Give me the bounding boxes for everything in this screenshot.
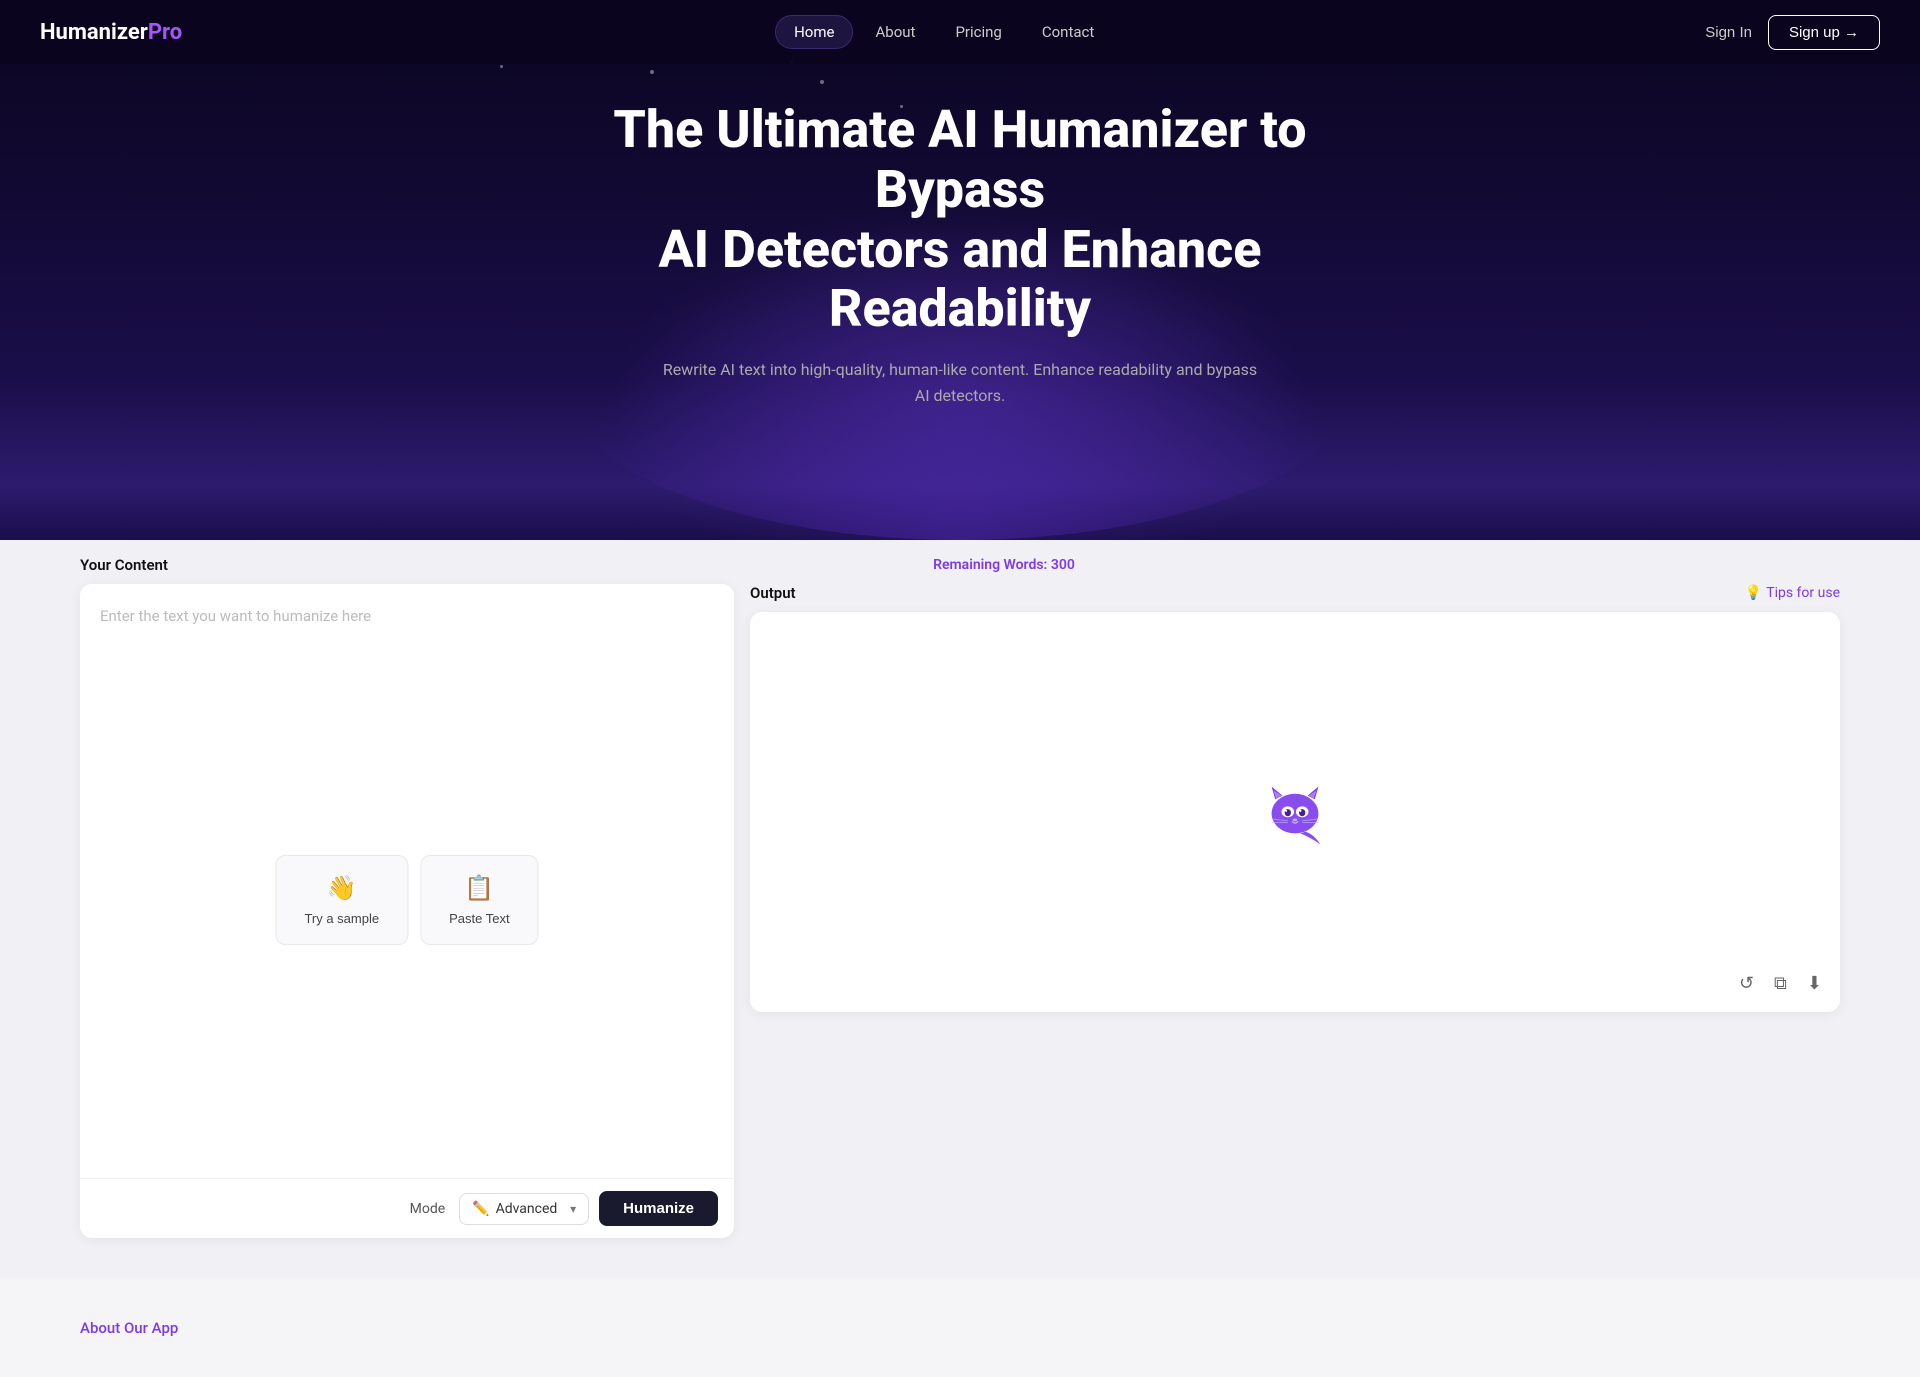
humanize-button[interactable]: Humanize [599,1191,718,1226]
about-app-link[interactable]: About Our App [80,1319,178,1337]
tips-label: Tips for use [1766,585,1840,601]
output-mascot [1259,774,1331,850]
logo-humanizer-text: Humanizer [40,20,148,45]
input-panel: 👋 Try a sample 📋 Paste Text Mode ✏️ Adva… [80,584,734,1238]
mode-label: Mode [410,1201,446,1217]
refresh-button[interactable]: ↺ [1735,969,1758,998]
try-sample-button[interactable]: 👋 Try a sample [275,855,408,945]
paste-icon: 📋 [464,874,494,903]
sample-icon: 👋 [327,874,357,903]
output-actions: ↺ ⧉ ⬇ [1735,969,1826,998]
hero-title-line2: AI Detectors and Enhance Readability [659,219,1262,340]
copy-button[interactable]: ⧉ [1770,969,1791,998]
editor-wrapper: Your Content Remaining Words: 300 👋 Try … [0,540,1920,1278]
mode-value: Advanced [496,1201,558,1217]
input-footer: Mode ✏️ Advanced ▾ Humanize [80,1178,734,1238]
input-section-label: Your Content [80,556,168,574]
tips-link[interactable]: 💡 Tips for use [1745,585,1840,601]
bottom-section: About Our App [0,1278,1920,1377]
sign-in-button[interactable]: Sign In [1705,24,1752,41]
sample-label: Try a sample [304,911,379,926]
hero-subtitle: Rewrite AI text into high-quality, human… [660,357,1260,408]
nav-home[interactable]: Home [775,15,853,49]
hero-title-line1: The Ultimate AI Humanizer to Bypass [613,99,1306,220]
logo-pro-text: Pro [148,20,182,45]
mode-pen-icon: ✏️ [472,1201,489,1217]
nav-contact[interactable]: Contact [1024,16,1112,48]
remaining-words-label: Remaining Words: 300 [933,557,1075,573]
download-icon: ⬇ [1807,973,1822,993]
refresh-icon: ↺ [1739,973,1754,993]
tips-icon: 💡 [1745,585,1762,601]
nav-right: Sign In Sign up → [1705,15,1880,50]
nav-about[interactable]: About [857,16,933,48]
mode-dropdown[interactable]: ✏️ Advanced ▾ [459,1193,589,1225]
logo: HumanizerPro [40,20,182,45]
editor-section: Your Content Remaining Words: 300 👋 Try … [0,540,1920,1278]
hero-title: The Ultimate AI Humanizer to Bypass AI D… [570,100,1350,339]
copy-icon: ⧉ [1774,973,1787,993]
chevron-down-icon: ▾ [570,1202,576,1216]
sign-up-button[interactable]: Sign up → [1768,15,1880,50]
paste-text-button[interactable]: 📋 Paste Text [420,855,538,945]
hero-section: The Ultimate AI Humanizer to Bypass AI D… [0,0,1920,540]
nav-pricing[interactable]: Pricing [937,16,1019,48]
paste-label: Paste Text [449,911,509,926]
sample-paste-buttons: 👋 Try a sample 📋 Paste Text [255,845,558,955]
sign-up-label: Sign up → [1789,24,1859,41]
navbar: HumanizerPro Home About Pricing Contact … [0,0,1920,64]
download-button[interactable]: ⬇ [1803,969,1826,998]
nav-links: Home About Pricing Contact [775,15,1112,49]
output-panel: ↺ ⧉ ⬇ [750,612,1840,1012]
output-section-label: Output [750,584,796,602]
